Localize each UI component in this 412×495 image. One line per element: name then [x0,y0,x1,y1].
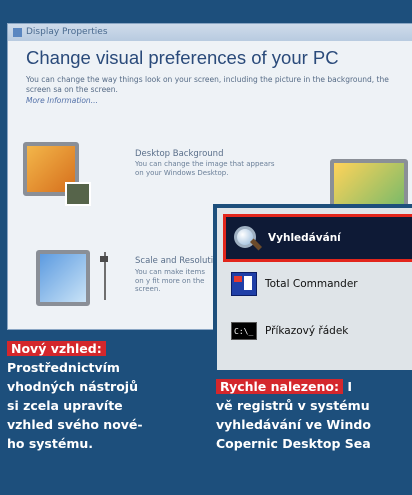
caption-line: vyhledávání ve Windo [216,417,371,432]
desktop-background-desc: You can change the image that appears on… [135,160,275,177]
window-titlebar[interactable]: Display Properties [8,24,412,41]
scale-monitor-icon[interactable] [36,250,90,306]
caption-line: vě registrů v systému [216,398,370,413]
search-icon [232,224,263,252]
menu-item-search[interactable]: Vyhledávání [223,214,412,262]
caption-line: vhodných nástrojů [7,379,138,394]
caption-found-fast: Rychle nalezeno: I vě registrů v systému… [216,377,412,453]
window-icon [13,28,22,37]
caption-tag: Rychle nalezeno: [216,379,343,394]
program-menu: Vyhledávání Total Commander C:\_ Příkazo… [213,204,412,370]
caption-line: Copernic Desktop Sea [216,436,371,451]
scale-resolution-desc: You can make items on y fit more on the … [135,268,205,293]
caption-line: Prostřednictvím [7,360,120,375]
caption-line: ho systému. [7,436,93,451]
menu-item-total-commander[interactable]: Total Commander [223,266,412,302]
page-title: Change visual preferences of your PC [26,47,339,68]
caption-new-look: Nový vzhled: Prostřednictvím vhodných ná… [7,339,207,453]
caption-line: vzhled svého nové- [7,417,143,432]
window-title: Display Properties [26,27,108,37]
caption-line: si zcela upravíte [7,398,123,413]
page-description: You can change the way things look on yo… [26,75,389,94]
more-information-link[interactable]: More Information... [26,96,412,105]
total-commander-icon [231,272,257,296]
menu-item-label: Total Commander [265,278,358,290]
menu-item-label: Příkazový řádek [265,325,349,337]
desktop-background-link[interactable]: Desktop Background [135,149,223,159]
menu-item-command-prompt[interactable]: C:\_ Příkazový řádek [223,313,412,349]
desktop-background-monitor-icon[interactable] [23,142,91,206]
photo-thumbnail-icon [65,182,91,206]
command-prompt-icon: C:\_ [231,322,257,340]
caption-tag: Nový vzhled: [7,341,106,356]
scale-slider-knob[interactable] [100,256,108,262]
caption-tail: I [347,379,352,394]
menu-item-label: Vyhledávání [268,232,341,244]
scale-resolution-link[interactable]: Scale and Resolutio [135,256,218,266]
